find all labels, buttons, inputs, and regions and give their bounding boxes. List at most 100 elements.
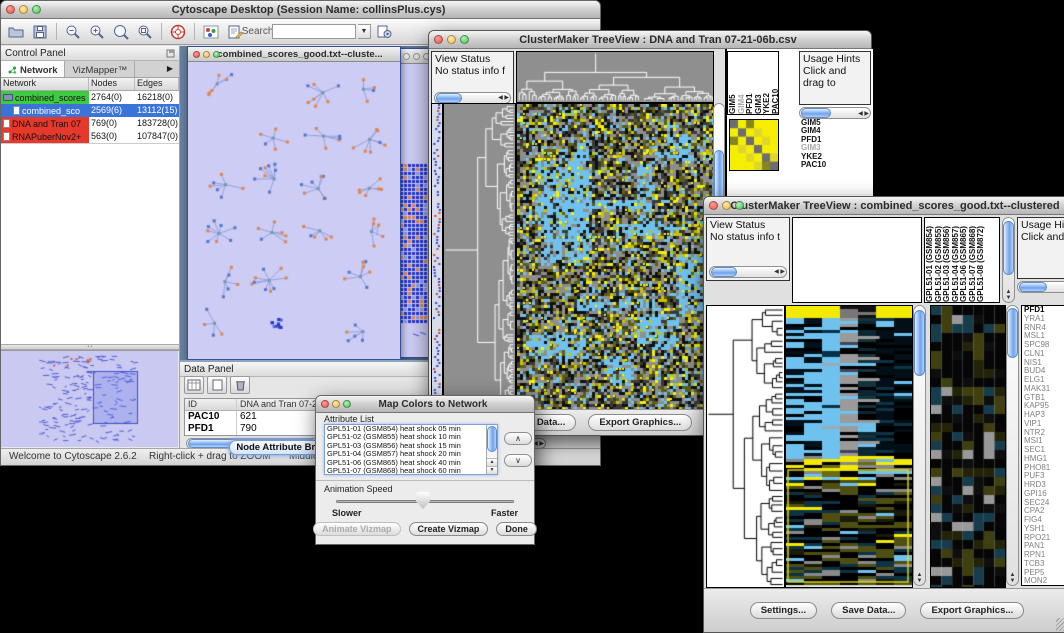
header-network[interactable]: Network	[1, 78, 89, 90]
network-table-row[interactable]: RNAPuberNov2+563(0)107847(0)	[1, 130, 179, 143]
heatmap[interactable]	[516, 103, 714, 411]
column-dendrogram-empty[interactable]	[792, 217, 922, 303]
minimize-icon[interactable]	[332, 400, 340, 408]
usage-hints-title: Usage Hints	[803, 53, 860, 65]
zoom-window-icon[interactable]	[343, 400, 351, 408]
status-welcome: Welcome to Cytoscape 2.6.2	[9, 451, 137, 462]
minimize-icon[interactable]	[447, 35, 456, 44]
delete-attribute-icon[interactable]	[230, 376, 250, 394]
zoom-window-icon[interactable]	[213, 51, 220, 58]
attribute-list-scrollbar[interactable]: ▲▼	[486, 425, 497, 474]
settings-button[interactable]: Settings...	[750, 602, 817, 619]
close-icon[interactable]	[321, 400, 329, 408]
plugin-icon[interactable]	[373, 21, 395, 42]
column-dendrogram[interactable]	[516, 51, 714, 103]
tab-network[interactable]: Network	[1, 61, 65, 77]
zoom-window-icon[interactable]	[32, 5, 41, 14]
network-view[interactable]	[188, 62, 400, 359]
row-dendrogram[interactable]	[706, 305, 785, 588]
usage-hints-hscrollbar[interactable]: ◀ ▶	[799, 107, 871, 119]
gene-labels: PFD1YRA1RNR4MSL1SPC98CLN1NIS1BUD4ELG1MAK…	[1021, 305, 1064, 586]
save-data-button[interactable]: Save Data...	[831, 602, 906, 619]
desktop: Cytoscape Desktop (Session Name: collins…	[0, 0, 1064, 633]
dialog-buttons: Animate Vizmap Create Vizmap Done	[316, 522, 534, 536]
new-attribute-icon[interactable]	[207, 376, 227, 394]
zoom-in-icon[interactable]	[86, 21, 108, 42]
treeview-back-title: ClusterMaker TreeView : DNA and Tran 07-…	[453, 34, 863, 46]
edges-count: 13112(15)	[135, 104, 179, 117]
header-id[interactable]: ID	[185, 399, 237, 410]
search-input[interactable]	[272, 24, 356, 39]
heatmap[interactable]	[785, 305, 913, 588]
animate-vizmap-button[interactable]: Animate Vizmap	[313, 522, 400, 536]
minimize-icon[interactable]	[722, 201, 731, 210]
tab-vizmapper[interactable]: VizMapper™	[65, 61, 135, 77]
network-name-cell: DNA and Tran 07	[1, 117, 89, 130]
header-edges[interactable]: Edges	[135, 78, 179, 90]
close-icon[interactable]	[6, 5, 15, 14]
zoom-selected-icon[interactable]	[110, 21, 132, 42]
zoom-window-icon[interactable]	[735, 201, 744, 210]
vizmapper-icon[interactable]	[200, 21, 222, 42]
close-icon[interactable]	[403, 53, 410, 60]
export-graphics-button[interactable]: Export Graphics...	[920, 602, 1024, 619]
toolbar-separator	[56, 23, 57, 40]
network-table-row[interactable]: combined_sco2569(6)13112(15)	[1, 104, 179, 117]
birdseye-view[interactable]	[1, 351, 178, 447]
move-up-button[interactable]: ∧	[504, 432, 532, 445]
search-dropdown-icon[interactable]: ▼	[358, 24, 371, 39]
attribute-item[interactable]: GPL51-07 (GSM868) heat shock 60 min	[325, 467, 497, 475]
done-button[interactable]: Done	[496, 522, 537, 536]
attribute-list[interactable]: GPL51-01 (GSM854) heat shock 05 minGPL51…	[324, 424, 498, 475]
nodes-count: 2764(0)	[89, 91, 135, 104]
control-panel: Control Panel Network VizMapper™ ▶ Netwo…	[1, 46, 180, 448]
global-overview-strip[interactable]	[431, 103, 443, 411]
dialog-titlebar[interactable]: Map Colors to Network	[316, 396, 534, 413]
map-colors-dialog: Map Colors to Network Attribute List GPL…	[315, 395, 535, 545]
move-down-button[interactable]: ∨	[504, 454, 532, 467]
save-icon[interactable]	[29, 21, 51, 42]
row-id: PFD1	[185, 423, 237, 435]
treeview-front-titlebar[interactable]: ClusterMaker TreeView : combined_scores_…	[704, 197, 1064, 215]
float-panel-icon[interactable]	[166, 49, 175, 58]
minimize-icon[interactable]	[413, 53, 420, 60]
network-window-title: combined_scores_good.txt--cluste...	[208, 49, 392, 60]
row-dendrogram[interactable]	[443, 103, 516, 411]
toolbar-separator	[161, 23, 162, 40]
network-table-row[interactable]: combined_scores2764(0)16218(0)	[1, 91, 179, 104]
zoom-vscrollbar[interactable]: ▲▼	[1006, 305, 1019, 586]
scroll-up-icon[interactable]: ▲	[487, 458, 497, 466]
cluster-matrix[interactable]	[729, 119, 779, 171]
column-labels-vscrollbar[interactable]: ▲▼	[1002, 217, 1015, 303]
tab-overflow-icon[interactable]: ▶	[161, 61, 179, 77]
tab-network-label: Network	[20, 65, 57, 76]
header-nodes[interactable]: Nodes	[89, 78, 135, 90]
usage-hints-hscrollbar[interactable]	[1017, 281, 1064, 293]
zoom-heatmap[interactable]	[930, 305, 1006, 588]
select-attributes-icon[interactable]	[184, 376, 204, 394]
gene-label[interactable]: MON2	[1024, 577, 1064, 586]
export-graphics-button[interactable]: Export Graphics...	[588, 414, 692, 431]
create-vizmap-button[interactable]: Create Vizmap	[409, 522, 489, 536]
minimize-icon[interactable]	[19, 5, 28, 14]
treeview-back-titlebar[interactable]: ClusterMaker TreeView : DNA and Tran 07-…	[429, 31, 871, 49]
close-icon[interactable]	[434, 35, 443, 44]
animation-speed-slider-thumb[interactable]	[416, 492, 430, 509]
minimize-icon[interactable]	[203, 51, 210, 58]
zoom-window-icon[interactable]	[460, 35, 469, 44]
zoom-fit-icon[interactable]	[134, 21, 156, 42]
view-status-title: View Status	[710, 219, 765, 231]
zoom-out-icon[interactable]	[62, 21, 84, 42]
heatmap-vscrollbar[interactable]: ▲▼	[913, 305, 926, 586]
resize-grip[interactable]	[1056, 618, 1064, 631]
main-titlebar[interactable]: Cytoscape Desktop (Session Name: collins…	[1, 1, 600, 19]
network1-titlebar[interactable]: combined_scores_good.txt--cluste...	[188, 47, 400, 62]
scroll-down-icon[interactable]: ▼	[487, 466, 497, 474]
close-icon[interactable]	[709, 201, 718, 210]
view-status-hscrollbar[interactable]: ◀ ▶	[709, 266, 787, 278]
column-labels: GPL51-01 (GSM854)GPL51-02 (GSM855)GPL51-…	[924, 217, 1000, 303]
open-icon[interactable]	[5, 21, 27, 42]
network-table-row[interactable]: DNA and Tran 07769(0)183728(0)	[1, 117, 179, 130]
help-icon[interactable]	[167, 21, 189, 42]
close-icon[interactable]	[193, 51, 200, 58]
